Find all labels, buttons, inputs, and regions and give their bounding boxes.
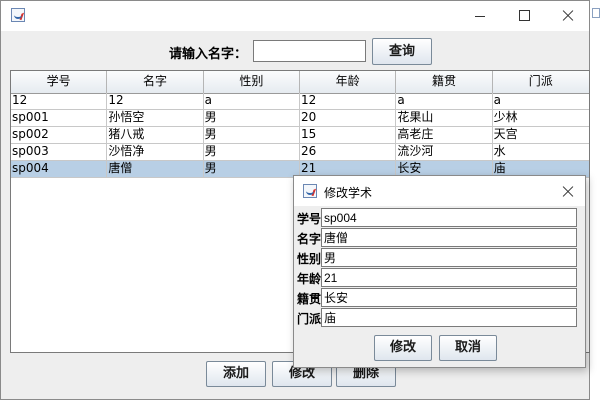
table-cell: 12: [300, 93, 397, 109]
table-cell: 男: [204, 110, 300, 126]
maximize-button[interactable]: [502, 1, 546, 31]
maximize-icon: [519, 10, 530, 21]
column-header-sect[interactable]: 门派: [493, 71, 589, 93]
table-cell: 26: [300, 144, 397, 160]
table-cell: 沙悟净: [107, 144, 204, 160]
table-cell: a: [493, 93, 501, 107]
table-cell: 12: [107, 93, 204, 109]
edit-student-dialog: 修改学术 学号 名字 性别 年龄 籍贯 门派 修改 取消: [293, 175, 586, 368]
add-button[interactable]: 添加: [206, 361, 266, 387]
id-label: 学号: [296, 212, 321, 226]
search-label: 请输入名字：: [169, 47, 248, 62]
table-cell: 流沙河: [396, 144, 493, 160]
table-cell: 少林: [493, 110, 518, 124]
sect-field[interactable]: [321, 308, 577, 327]
table-row[interactable]: 12 12 a 12 a a: [11, 93, 589, 110]
table-cell: 男: [204, 144, 300, 160]
minimize-button[interactable]: [458, 1, 502, 31]
column-header-age[interactable]: 年龄: [300, 71, 397, 93]
dialog-close-button[interactable]: [559, 182, 577, 200]
dialog-title-bar: 修改学术: [294, 176, 585, 206]
table-cell: sp004: [11, 161, 108, 177]
gender-label: 性别: [296, 252, 321, 266]
gender-field[interactable]: [321, 248, 577, 267]
table-cell: 男: [204, 127, 300, 143]
java-cup-icon: [11, 8, 25, 22]
age-label: 年龄: [296, 272, 321, 286]
hometown-field[interactable]: [321, 288, 577, 307]
search-input[interactable]: [253, 40, 366, 62]
table-cell: sp003: [11, 144, 108, 160]
table-cell: a: [204, 93, 300, 109]
table-cell: 12: [11, 93, 108, 109]
id-field[interactable]: [321, 208, 577, 227]
table-cell: 水: [493, 144, 506, 158]
column-header-name[interactable]: 名字: [107, 71, 204, 93]
table-body: 12 12 a 12 a a sp001 孙悟空 男 20 花果山 少林 sp0…: [11, 93, 589, 178]
table-cell: sp001: [11, 110, 108, 126]
background-window-edge: [590, 0, 600, 400]
table-row[interactable]: sp003 沙悟净 男 26 流沙河 水: [11, 144, 589, 161]
column-header-hometown[interactable]: 籍贯: [396, 71, 493, 93]
table-cell: 孙悟空: [107, 110, 204, 126]
table-cell: a: [396, 93, 493, 109]
age-field[interactable]: [321, 268, 577, 287]
table-row[interactable]: sp002 猪八戒 男 15 高老庄 天宫: [11, 127, 589, 144]
dialog-cancel-button[interactable]: 取消: [439, 335, 497, 361]
table-cell: 男: [204, 161, 300, 177]
hometown-label: 籍贯: [296, 292, 321, 306]
dialog-title: 修改学术: [324, 186, 373, 200]
query-button[interactable]: 查询: [372, 38, 432, 65]
name-label: 名字: [296, 232, 321, 246]
java-cup-icon: [303, 184, 317, 198]
close-button[interactable]: [546, 1, 590, 31]
table-header: 学号 名字 性别 年龄 籍贯 门派: [11, 71, 589, 94]
table-row[interactable]: sp001 孙悟空 男 20 花果山 少林: [11, 110, 589, 127]
dialog-edit-button[interactable]: 修改: [374, 335, 432, 361]
table-cell: 花果山: [396, 110, 493, 126]
table-cell: 天宫: [493, 127, 518, 141]
background-window-icon: [592, 8, 600, 18]
sect-label: 门派: [296, 312, 321, 326]
title-bar: [1, 1, 589, 31]
table-cell: 高老庄: [396, 127, 493, 143]
table-cell: sp002: [11, 127, 108, 143]
column-header-id[interactable]: 学号: [11, 71, 108, 93]
name-field[interactable]: [321, 228, 577, 247]
table-cell: 猪八戒: [107, 127, 204, 143]
table-cell: 15: [300, 127, 397, 143]
minimize-icon: [475, 16, 485, 17]
table-cell: 唐僧: [107, 161, 204, 177]
table-cell: 20: [300, 110, 397, 126]
column-header-gender[interactable]: 性别: [204, 71, 300, 93]
